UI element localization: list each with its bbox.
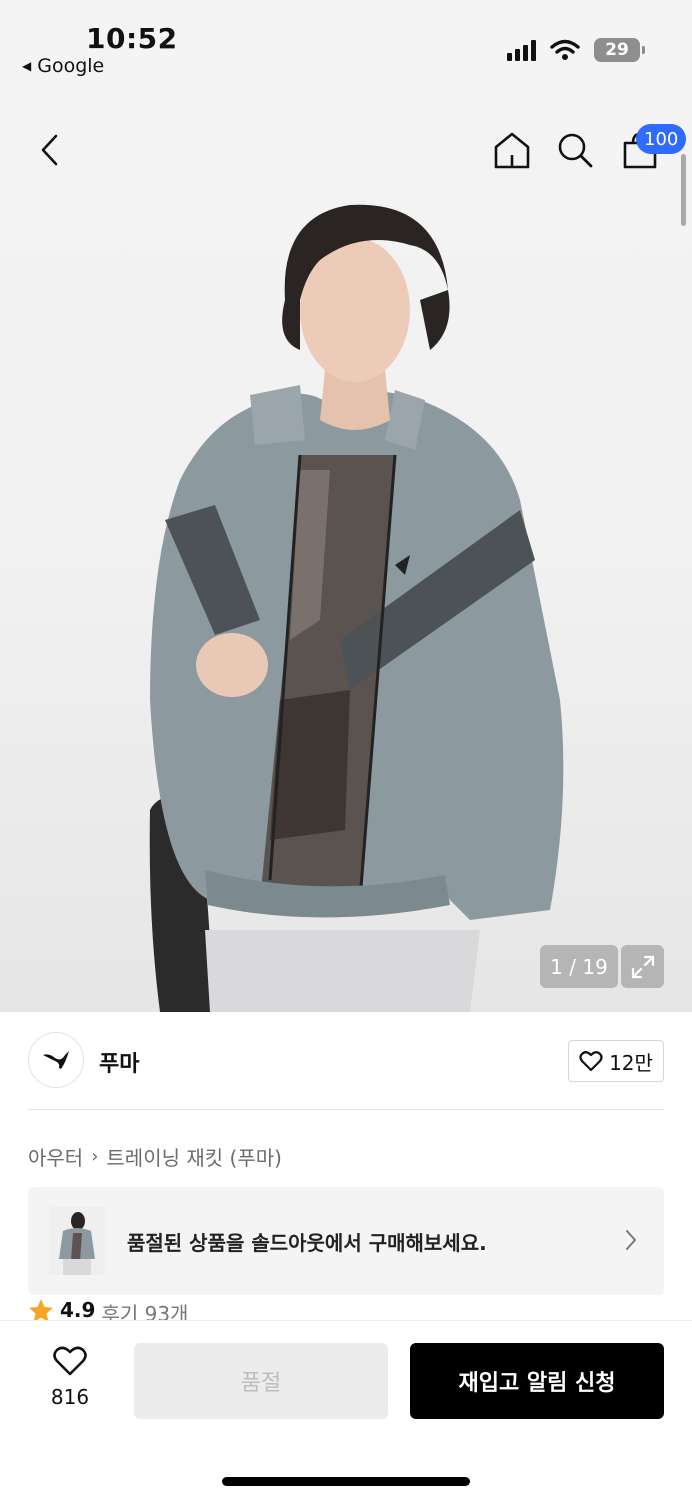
- brand-like-button[interactable]: 12만: [568, 1040, 664, 1082]
- breadcrumb-subcategory[interactable]: 트레이닝 재킷 (푸마): [106, 1142, 282, 1171]
- chevron-right-icon: [626, 1230, 637, 1250]
- expand-icon: [631, 955, 654, 978]
- bottom-action-bar: 816 품절 재입고 알림 신청: [0, 1320, 692, 1500]
- back-to-app-link[interactable]: ◀ Google: [22, 55, 104, 77]
- soldout-button: 품절: [134, 1343, 388, 1419]
- heart-icon: [53, 1346, 87, 1376]
- brand-name[interactable]: 푸마: [99, 1046, 139, 1078]
- wifi-icon: [550, 39, 580, 60]
- brand-logo[interactable]: [28, 1032, 84, 1088]
- status-time: 10:52: [86, 22, 178, 55]
- star-icon: [29, 1299, 53, 1320]
- brand-row: 푸마 12만: [28, 1032, 664, 1088]
- product-image-gallery[interactable]: 10:52 ◀ Google 29 100 1 / 19: [0, 0, 692, 1012]
- scrollbar[interactable]: [681, 154, 686, 226]
- home-indicator[interactable]: [222, 1477, 470, 1486]
- search-button[interactable]: [555, 130, 595, 170]
- rating-summary[interactable]: 4.9 후기 93개: [28, 1298, 188, 1320]
- breadcrumb-category[interactable]: 아우터: [28, 1142, 83, 1171]
- product-thumbnail: [49, 1207, 105, 1275]
- back-triangle-icon: ◀: [22, 59, 32, 73]
- brand-like-count: 12만: [609, 1050, 653, 1075]
- wishlist-count: 816: [50, 1385, 90, 1409]
- home-button[interactable]: [492, 130, 532, 170]
- search-icon: [558, 133, 593, 168]
- status-indicators: 29: [507, 38, 645, 62]
- battery-icon: 29: [594, 38, 645, 62]
- wishlist-button[interactable]: 816: [34, 1345, 106, 1409]
- chevron-left-icon: [41, 134, 58, 166]
- review-count: 후기 93개: [101, 1302, 189, 1320]
- soldout-banner-text: 품절된 상품을 솔드아웃에서 구매해보세요.: [127, 1231, 487, 1255]
- breadcrumb: 아우터 › 트레이닝 재킷 (푸마): [28, 1142, 282, 1171]
- expand-button[interactable]: [621, 945, 664, 988]
- back-app-label: Google: [37, 55, 105, 77]
- home-icon: [494, 132, 530, 169]
- cellular-signal-icon: [507, 39, 536, 61]
- restock-alert-button[interactable]: 재입고 알림 신청: [410, 1343, 664, 1419]
- image-counter: 1 / 19: [540, 945, 618, 988]
- heart-icon: [579, 1051, 603, 1072]
- cart-count-badge: 100: [636, 124, 687, 154]
- back-button[interactable]: [34, 130, 66, 170]
- divider: [28, 1109, 664, 1110]
- rating-score: 4.9: [60, 1298, 96, 1320]
- puma-logo-icon: [43, 1051, 69, 1069]
- soldout-banner[interactable]: 품절된 상품을 솔드아웃에서 구매해보세요.: [28, 1187, 664, 1295]
- chevron-right-icon: ›: [91, 1146, 99, 1167]
- battery-level: 29: [605, 40, 629, 60]
